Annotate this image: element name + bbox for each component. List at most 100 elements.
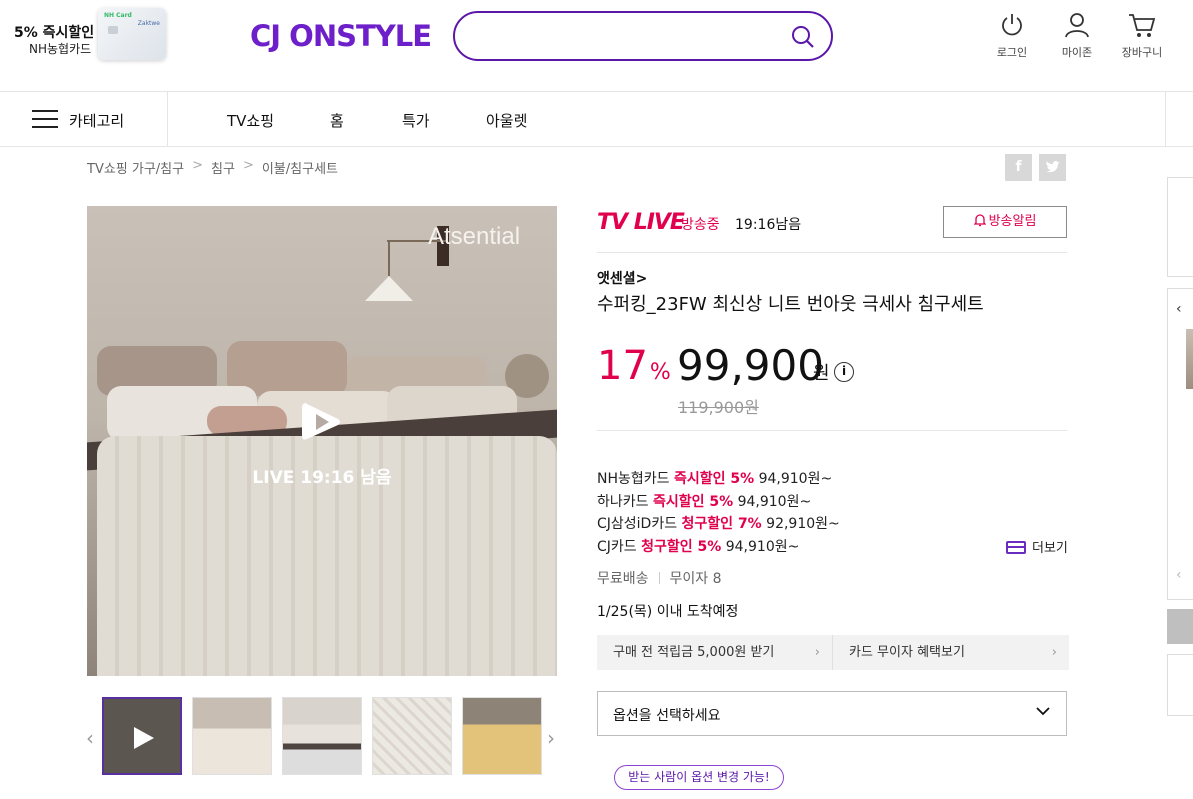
login-label: 로그인 xyxy=(996,46,1028,59)
breadcrumb-item-1[interactable]: TV쇼핑 가구/침구 xyxy=(87,158,184,177)
nav-item-home[interactable]: 홈 xyxy=(330,110,344,131)
twitter-share-button[interactable] xyxy=(1039,154,1066,181)
product-main-image[interactable]: Atsential LIVE 19:16 남음 xyxy=(87,206,557,676)
hero-brand-overlay: Atsential xyxy=(428,223,521,250)
thumbnail-1[interactable] xyxy=(102,697,182,775)
card-price: 94,910원~ xyxy=(754,471,833,487)
promo-line1: 5% 즉시할인 xyxy=(14,25,95,41)
search-input[interactable] xyxy=(475,25,775,49)
on-air-status: 방송중 xyxy=(681,217,720,233)
card-name: 하나카드 xyxy=(597,494,653,510)
thumb-next-arrow-icon[interactable]: › xyxy=(547,726,555,750)
thumbnail-4[interactable] xyxy=(372,697,452,775)
card-installment-benefit-button[interactable]: 카드 무이자 혜택보기 › xyxy=(833,635,1069,670)
cart-button[interactable]: 장바구니 xyxy=(1112,12,1172,60)
breadcrumb-item-2[interactable]: 침구 xyxy=(211,158,235,177)
recent-item-image[interactable] xyxy=(1186,329,1193,389)
brand-link[interactable]: 앳센셜> xyxy=(597,268,647,288)
login-button[interactable]: 로그인 xyxy=(982,12,1042,60)
nav-item-outlet[interactable]: 아울렛 xyxy=(486,110,527,131)
nav-item-deals[interactable]: 특가 xyxy=(402,110,430,131)
facebook-icon: f xyxy=(1015,159,1022,175)
side-panel-button[interactable] xyxy=(1167,609,1193,644)
cart-label: 장바구니 xyxy=(1121,46,1163,59)
chevron-left-icon[interactable]: ‹ xyxy=(1176,301,1182,317)
remaining-time: 19:16남음 xyxy=(735,217,802,233)
card-price: 94,910원~ xyxy=(733,494,812,510)
thumb-prev-arrow-icon[interactable]: ‹ xyxy=(86,726,94,750)
play-icon xyxy=(134,727,154,749)
price-info-icon[interactable]: i xyxy=(834,362,854,382)
cart-icon xyxy=(1129,14,1156,37)
card-discount: 즉시할인 5% xyxy=(673,471,755,487)
chevron-right-icon: > xyxy=(192,158,204,173)
product-title: 수퍼킹_23FW 최신상 니트 번아웃 극세사 침구세트 xyxy=(597,294,984,315)
option-tip-badge: 받는 사람이 옵션 변경 가능! xyxy=(614,765,784,790)
mypage-button[interactable]: 마이존 xyxy=(1047,12,1107,60)
sale-price: 99,900 xyxy=(677,341,824,390)
thumbnail-3[interactable] xyxy=(282,697,362,775)
more-card-offers-button[interactable]: 더보기 xyxy=(1006,537,1068,556)
twitter-icon xyxy=(1045,161,1060,173)
thumbnail-5[interactable] xyxy=(462,697,542,775)
card-chip xyxy=(108,26,118,34)
search-box[interactable] xyxy=(453,11,833,61)
divider xyxy=(597,252,1067,253)
free-shipping: 무료배송 xyxy=(597,571,649,587)
more-label: 더보기 xyxy=(1032,541,1068,556)
chevron-right-icon: > xyxy=(242,158,254,173)
card-offer-row: NH농협카드 즉시할인 5% 94,910원~ xyxy=(597,468,832,488)
original-price: 119,900원 xyxy=(678,398,759,417)
card-discount: 즉시할인 5% xyxy=(652,494,734,510)
bell-icon xyxy=(973,214,987,227)
option-placeholder: 옵션을 선택하세요 xyxy=(613,708,721,724)
alarm-label: 방송알림 xyxy=(988,214,1037,229)
card-name: CJ카드 xyxy=(597,539,642,555)
side-panel-box xyxy=(1167,654,1193,716)
card-benefit-label: 카드 무이자 혜택보기 xyxy=(849,645,965,660)
tv-live-badge: TV LIVE xyxy=(597,210,685,235)
mypage-label: 마이존 xyxy=(1061,46,1093,59)
points-benefit-button[interactable]: 구매 전 적립금 5,000원 받기 › xyxy=(597,635,833,670)
card-price: 92,910원~ xyxy=(761,516,840,532)
card-price: 94,910원~ xyxy=(721,539,800,555)
recent-items-panel: ‹ ‹ xyxy=(1167,288,1193,600)
credit-card-image: NH Card Zaktwe xyxy=(98,8,166,60)
facebook-share-button[interactable]: f xyxy=(1005,154,1032,181)
side-panel-box xyxy=(1167,177,1193,277)
user-icon xyxy=(1065,13,1089,38)
card-offer-row: CJ삼성iD카드 청구할인 7% 92,910원~ xyxy=(597,513,840,533)
chevron-down-icon xyxy=(1036,707,1050,716)
breadcrumb: TV쇼핑 가구/침구 > 침구 > 이불/침구세트 xyxy=(87,158,338,177)
category-button[interactable]: 카테고리 xyxy=(0,92,168,146)
divider xyxy=(658,572,660,584)
breadcrumb-item-3[interactable]: 이불/침구세트 xyxy=(262,158,338,177)
category-label: 카테고리 xyxy=(69,112,125,130)
nav-item-tv-shopping[interactable]: TV쇼핑 xyxy=(227,110,274,131)
card-discount: 청구할인 5% xyxy=(641,539,722,555)
power-icon xyxy=(1002,14,1022,36)
points-benefit-label: 구매 전 적립금 5,000원 받기 xyxy=(613,645,775,660)
hero-live-text: LIVE 19:16 남음 xyxy=(252,468,392,488)
chevron-left-icon[interactable]: ‹ xyxy=(1176,567,1182,583)
broadcast-alarm-button[interactable]: 방송알림 xyxy=(943,206,1067,238)
option-select[interactable]: 옵션을 선택하세요 xyxy=(597,691,1067,736)
site-logo[interactable]: CJ ONSTYLE xyxy=(250,19,432,53)
promo-banner[interactable]: 5% 즉시할인 NH농협카드 NH Card Zaktwe xyxy=(0,0,170,88)
chevron-right-icon: > xyxy=(635,271,648,287)
hamburger-icon xyxy=(32,110,58,130)
installment: 무이자 8 xyxy=(669,571,722,587)
play-icon[interactable] xyxy=(298,399,344,445)
price-currency: 원 xyxy=(813,363,830,384)
brand-name: 앳센셜 xyxy=(597,271,636,287)
main-nav: 카테고리 TV쇼핑 홈 특가 아울렛 xyxy=(0,91,1193,147)
search-icon[interactable] xyxy=(791,25,815,49)
card-offer-row: 하나카드 즉시할인 5% 94,910원~ xyxy=(597,491,811,511)
credit-card-icon xyxy=(1006,541,1026,554)
divider xyxy=(597,430,1067,431)
card-name: NH농협카드 xyxy=(597,471,674,487)
card-offer-row: CJ카드 청구할인 5% 94,910원~ xyxy=(597,536,799,556)
discount-value: 17 xyxy=(597,343,648,389)
thumbnail-2[interactable] xyxy=(192,697,272,775)
benefit-bar: 구매 전 적립금 5,000원 받기 › 카드 무이자 혜택보기 › xyxy=(597,635,1069,670)
